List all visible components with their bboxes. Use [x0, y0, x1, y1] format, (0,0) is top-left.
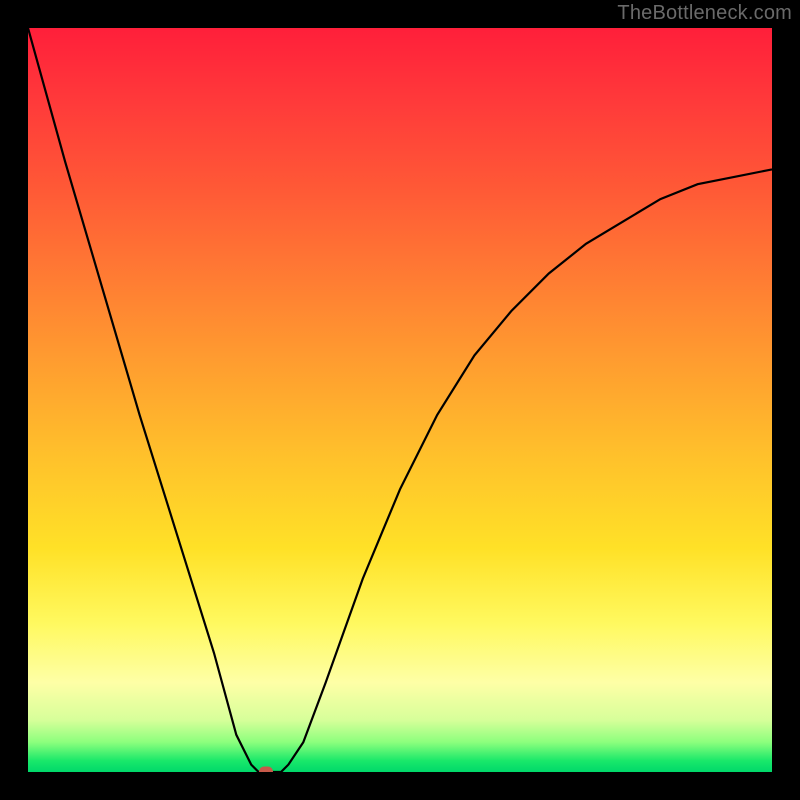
- plot-area: [28, 28, 772, 772]
- chart-frame: TheBottleneck.com: [0, 0, 800, 800]
- optimal-point-marker: [259, 767, 273, 773]
- bottleneck-curve: [28, 28, 772, 772]
- watermark-label: TheBottleneck.com: [617, 2, 792, 25]
- curve-path: [28, 28, 772, 772]
